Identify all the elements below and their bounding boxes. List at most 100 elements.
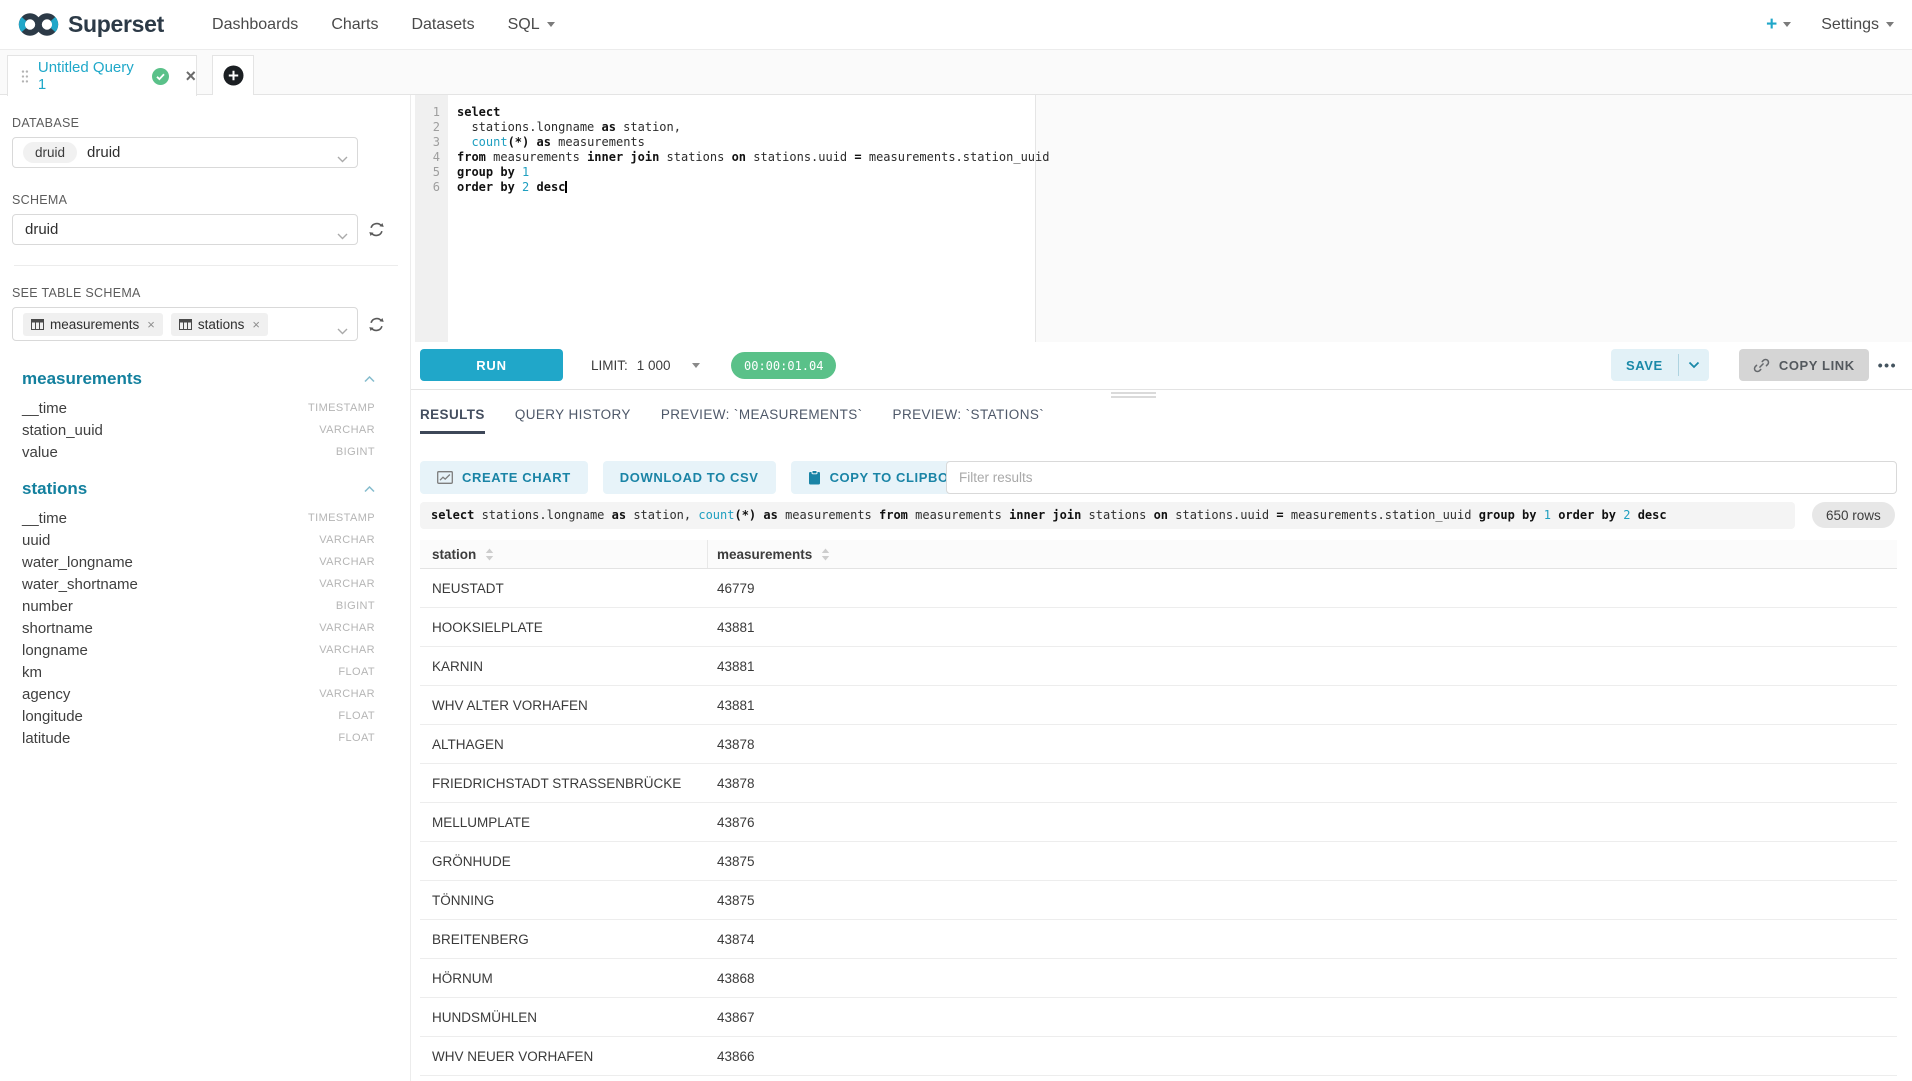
column-name: value [22, 444, 58, 461]
pane-resize-handle[interactable] [411, 389, 1912, 399]
column-name: __time [22, 400, 67, 417]
collapse-icon[interactable] [364, 480, 375, 498]
database-select[interactable]: druid druid [12, 137, 358, 168]
copy-link-button[interactable]: COPY LINK [1739, 349, 1869, 381]
cell-measurements: 46779 [708, 581, 1897, 596]
results-tabbar: RESULTS QUERY HISTORY PREVIEW: `MEASUREMEN… [420, 407, 1044, 434]
cell-measurements: 43867 [708, 1010, 1897, 1025]
table-row[interactable]: ALTHAGEN43878 [420, 725, 1897, 764]
table-section-header[interactable]: measurements [12, 369, 375, 389]
sql-token: 1 [522, 165, 529, 179]
add-tab-button[interactable] [212, 55, 254, 95]
column-header-label: measurements [717, 547, 812, 562]
save-menu-button[interactable] [1679, 349, 1709, 381]
cell-station: KARNIN [420, 659, 708, 674]
line-number: 3 [415, 135, 448, 150]
sort-icon[interactable] [485, 548, 494, 561]
main-nav: Dashboards Charts Datasets SQL [212, 16, 555, 34]
tab-query-history[interactable]: QUERY HISTORY [515, 407, 631, 434]
sql-token [515, 180, 522, 194]
refresh-schema-icon[interactable] [367, 220, 386, 239]
refresh-tables-icon[interactable] [367, 315, 386, 334]
table-row[interactable]: HOOKSIELPLATE43881 [420, 608, 1897, 647]
table-row[interactable]: HÖRNUM43868 [420, 959, 1897, 998]
table-row[interactable]: WHV NEUER VORHAFEN43866 [420, 1037, 1897, 1076]
superset-logo[interactable]: Superset [18, 11, 164, 38]
sql-token: select [431, 508, 474, 522]
drag-handle-icon[interactable] [21, 69, 29, 84]
nav-charts[interactable]: Charts [331, 16, 378, 34]
close-tab-icon[interactable]: × [185, 67, 196, 85]
schema-select[interactable]: druid [12, 214, 358, 245]
column-row: longnameVARCHAR [12, 639, 375, 661]
tab-preview-measurements-[interactable]: PREVIEW: `MEASUREMENTS` [661, 407, 863, 434]
sql-token: (*) [734, 508, 756, 522]
new-item-menu[interactable]: + [1766, 15, 1791, 34]
column-name: shortname [22, 620, 93, 637]
filter-results-input[interactable] [946, 461, 1897, 494]
column-header-measurements[interactable]: measurements [708, 540, 1897, 568]
table-section-header[interactable]: stations [12, 479, 375, 499]
collapse-icon[interactable] [364, 370, 375, 388]
query-tab-title[interactable]: Untitled Query 1 [38, 59, 145, 93]
chevron-down-icon [337, 150, 348, 168]
column-type: BIGINT [336, 446, 375, 458]
table-columns: __timeTIMESTAMPstation_uuidVARCHARvalueB… [12, 397, 375, 463]
table-row[interactable]: GRÖNHUDE43875 [420, 842, 1897, 881]
table-row[interactable]: KARNIN43881 [420, 647, 1897, 686]
column-type: BIGINT [336, 600, 375, 612]
save-button[interactable]: SAVE [1611, 349, 1678, 381]
table-columns: __timeTIMESTAMPuuidVARCHARwater_longname… [12, 507, 375, 749]
sql-token: desc [1638, 508, 1667, 522]
settings-label: Settings [1821, 16, 1879, 34]
table-row[interactable]: MELLUMPLATE43876 [420, 803, 1897, 842]
app-header: Superset Dashboards Charts Datasets SQL + S… [0, 0, 1912, 50]
sql-token: desc [537, 180, 566, 194]
column-name: __time [22, 510, 67, 527]
table-chip-measurements[interactable]: measurements× [23, 313, 163, 336]
remove-table-icon[interactable]: × [252, 317, 260, 332]
sql-token [457, 135, 471, 149]
limit-dropdown[interactable]: LIMIT: 1 000 [591, 342, 700, 389]
action-label: DOWNLOAD TO CSV [620, 470, 759, 485]
results-table: station measurements NEUSTADT46779HOOKSIE… [420, 540, 1897, 1076]
download-to-csv-button[interactable]: DOWNLOAD TO CSV [603, 461, 776, 494]
sql-token: group by [457, 165, 515, 179]
results-actions: CREATE CHARTDOWNLOAD TO CSVCOPY TO CLIPB… [420, 461, 996, 494]
column-header-station[interactable]: station [420, 540, 708, 568]
add-tab-icon [223, 65, 244, 86]
table-row[interactable]: WHV ALTER VORHAFEN43881 [420, 686, 1897, 725]
sort-icon[interactable] [821, 548, 830, 561]
column-type: FLOAT [338, 666, 375, 678]
table-row[interactable]: HUNDSMÜHLEN43867 [420, 998, 1897, 1037]
table-chip-stations[interactable]: stations × [171, 313, 268, 336]
remove-table-icon[interactable]: × [147, 317, 155, 332]
plus-icon: + [1766, 15, 1777, 34]
table-row[interactable]: NEUSTADT46779 [420, 569, 1897, 608]
sql-token: stations.uuid [1168, 508, 1276, 522]
table-row[interactable]: TÖNNING43875 [420, 881, 1897, 920]
editor-code[interactable]: select stations.longname as station, cou… [457, 105, 1049, 195]
sql-token: as [602, 120, 616, 134]
create-chart-button[interactable]: CREATE CHART [420, 461, 588, 494]
database-tag: druid [23, 142, 77, 163]
more-options-button[interactable]: ••• [1878, 357, 1897, 373]
table-select[interactable]: measurements× stations × [12, 307, 358, 341]
table-row[interactable]: BREITENBERG43874 [420, 920, 1897, 959]
settings-menu[interactable]: Settings [1821, 16, 1894, 34]
tab-results[interactable]: RESULTS [420, 407, 485, 434]
query-tab[interactable]: Untitled Query 1 × [7, 55, 197, 96]
table-chip-label: stations [198, 317, 245, 332]
sql-editor[interactable]: 123456 select stations.longname as stati… [411, 95, 1912, 342]
run-button[interactable]: RUN [420, 349, 563, 381]
tab-preview-stations-[interactable]: PREVIEW: `STATIONS` [893, 407, 1045, 434]
sql-token: inner join [1009, 508, 1081, 522]
column-type: FLOAT [338, 710, 375, 722]
nav-dashboards[interactable]: Dashboards [212, 16, 298, 34]
nav-datasets[interactable]: Datasets [411, 16, 474, 34]
table-row[interactable]: FRIEDRICHSTADT STRASSENBRÜCKE43878 [420, 764, 1897, 803]
cell-measurements: 43881 [708, 659, 1897, 674]
nav-sql[interactable]: SQL [508, 16, 555, 34]
query-tabstrip: Untitled Query 1 × [0, 50, 1912, 95]
sql-token: station, [626, 508, 698, 522]
